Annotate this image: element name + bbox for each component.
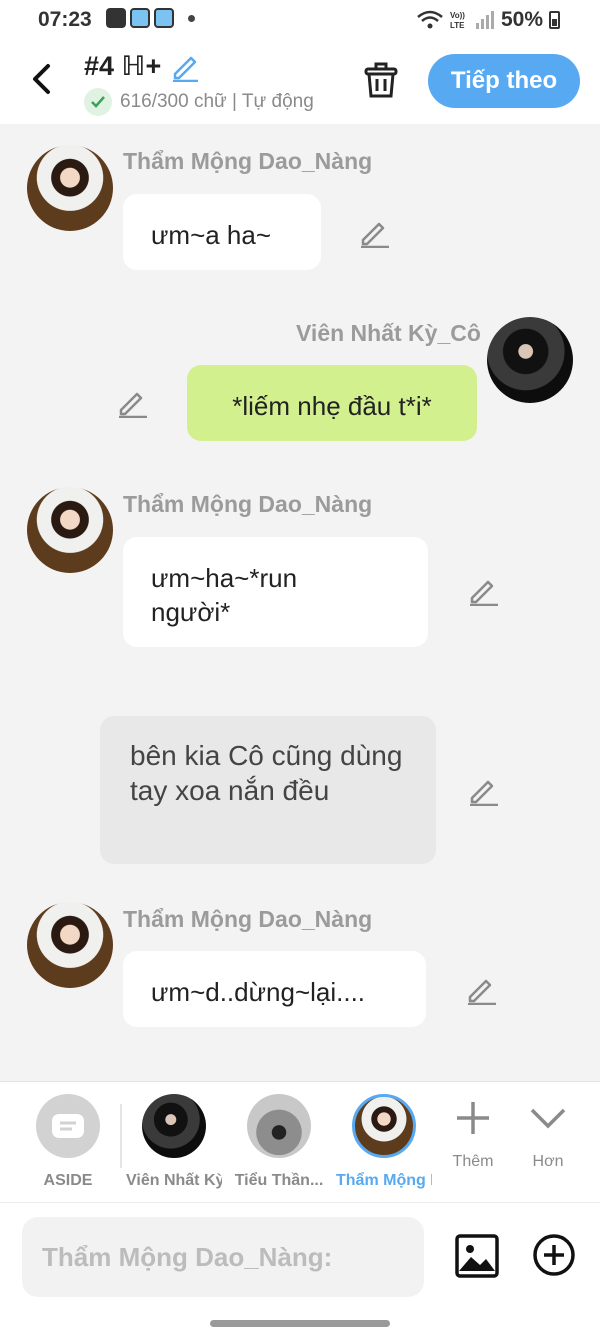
aside-chat-icon: [36, 1094, 100, 1158]
character-vien-nhat-ky[interactable]: Viên Nhất Kỳ_Cô: [126, 1094, 222, 1190]
status-time: 07:23: [38, 8, 92, 31]
dot-icon: [188, 14, 195, 22]
trash-icon[interactable]: [362, 60, 400, 100]
message-bubble[interactable]: ưm~a ha~: [123, 194, 321, 270]
check-icon: [84, 88, 112, 116]
word-count-status: 616/300 chữ | Tự động: [120, 91, 314, 112]
aside-bubble[interactable]: bên kia Cô cũng dùng tay xoa nắn đều: [100, 716, 436, 864]
word-count: 616/300 chữ: [120, 91, 227, 112]
image-icon[interactable]: [454, 1233, 500, 1279]
character-avatar: [247, 1094, 311, 1158]
add-character-button[interactable]: Thêm: [441, 1098, 505, 1171]
more-label: Hơn: [532, 1153, 564, 1170]
chat-header: #4 ℍ+ 616/300 chữ | Tự động Tiếp theo: [0, 40, 600, 124]
message-bubble[interactable]: *liếm nhẹ đầu t*i*: [187, 365, 477, 441]
chat-subline: 616/300 chữ | Tự động: [84, 88, 332, 116]
add-circle-icon[interactable]: [532, 1233, 576, 1277]
message-sender: Thẩm Mộng Dao_Nàng: [123, 148, 373, 174]
message-sender: Thẩm Mộng Dao_Nàng: [123, 491, 373, 517]
edit-pencil-icon[interactable]: [468, 574, 500, 606]
mode-label: Tự động: [241, 91, 314, 112]
system-nav-bar: [0, 1310, 600, 1338]
avatar[interactable]: [487, 317, 573, 403]
message-input[interactable]: [22, 1217, 424, 1297]
character-avatar: [352, 1094, 416, 1158]
avatar[interactable]: [27, 145, 113, 231]
edit-title-pencil-icon[interactable]: [169, 50, 201, 82]
svg-text:LTE: LTE: [450, 21, 465, 30]
character-tham-mong-dao[interactable]: Thẩm Mộng Dao_Nàng: [336, 1094, 432, 1190]
add-label: Thêm: [452, 1153, 494, 1170]
message-input-bar: [0, 1202, 600, 1310]
edit-pencil-icon[interactable]: [359, 216, 391, 248]
plus-icon: [457, 1102, 489, 1134]
edit-pencil-icon[interactable]: [468, 774, 500, 806]
battery-percent: 50%: [500, 8, 543, 31]
edit-pencil-icon[interactable]: [466, 973, 498, 1005]
character-tieu-than[interactable]: Tiểu Thần...: [231, 1094, 327, 1190]
next-button[interactable]: Tiếp theo: [428, 54, 580, 108]
character-label: ASIDE: [43, 1172, 93, 1189]
message-sender: Thẩm Mộng Dao_Nàng: [123, 906, 373, 932]
divider: [120, 1104, 122, 1168]
svg-text:Vo)): Vo)): [450, 11, 465, 20]
character-label: Viên Nhất Kỳ_Cô: [126, 1172, 222, 1189]
chevron-down-icon: [530, 1108, 566, 1129]
message-sender: Viên Nhất Kỳ_Cô: [296, 320, 481, 346]
volte-icon: Vo))LTE: [450, 11, 465, 30]
message-bubble[interactable]: ưm~d..dừng~lại....: [123, 951, 426, 1027]
chat-title: #4 ℍ+: [84, 50, 201, 82]
character-label: Thẩm Mộng Dao_Nàng: [336, 1172, 432, 1189]
back-arrow-icon[interactable]: [26, 60, 60, 98]
chat-title-text: #4 ℍ+: [84, 50, 162, 81]
character-label: Tiểu Thần...: [234, 1172, 324, 1189]
message-bubble[interactable]: ưm~ha~*run người*: [123, 537, 428, 647]
gallery-icon: [106, 8, 126, 28]
cat-app-icon: [130, 8, 150, 28]
cat-app-icon: [154, 8, 174, 28]
wifi-icon: [417, 10, 443, 29]
avatar[interactable]: [27, 902, 113, 988]
signal-icon: [475, 11, 494, 29]
home-handle[interactable]: [210, 1320, 390, 1327]
status-bar: 07:23 Vo)) LTE 50%: [0, 0, 600, 40]
battery-icon: [549, 11, 560, 29]
avatar[interactable]: [27, 487, 113, 573]
more-button[interactable]: Hơn: [516, 1098, 580, 1171]
character-aside[interactable]: ASIDE: [20, 1094, 116, 1190]
character-avatar: [142, 1094, 206, 1158]
edit-pencil-icon[interactable]: [117, 386, 149, 418]
character-selector-bar: ASIDE Viên Nhất Kỳ_Cô Tiểu Thần... Thẩm …: [0, 1081, 600, 1202]
